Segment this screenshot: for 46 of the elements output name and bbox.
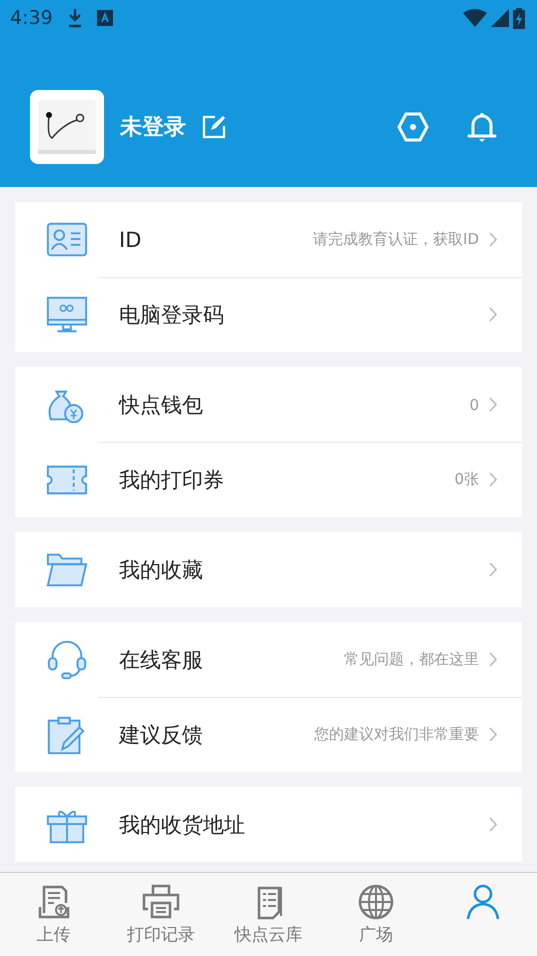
signal-icon [491,9,509,27]
chevron-icon [489,307,498,322]
nav-tab[interactable]: 广场 [322,873,430,956]
menu-label: ID [119,228,142,252]
menu-row[interactable]: 电脑登录码 [15,277,522,352]
settings-icon[interactable] [397,112,429,142]
menu-row[interactable]: 在线客服 常见问题，都在这里 [15,622,522,697]
menu-label: 在线客服 [119,646,204,674]
keyboard-icon [96,10,113,26]
chevron-icon [489,562,498,577]
menu-row[interactable]: 我的打印券 0张 [15,442,522,517]
menu-row[interactable]: 我的收货地址 [15,787,522,862]
download-icon [66,8,83,28]
printer-icon [142,883,180,921]
globe-icon [356,883,395,921]
nav-tab[interactable]: 上传 [0,873,108,956]
chevron-icon [489,652,498,667]
status-time: 4:39 [10,7,53,29]
menu-detail: 常见问题，都在这里 [344,650,479,669]
menu-row[interactable]: 我的收藏 [15,532,522,607]
headset-icon [45,640,89,680]
menu-label: 我的打印券 [119,466,225,494]
menu-label: 快点钱包 [119,392,204,418]
bell-icon[interactable] [467,111,497,143]
chevron-icon [489,472,498,487]
menu-row[interactable]: ID 请完成教育认证，获取ID [15,202,522,277]
menu-row[interactable]: 建议反馈 您的建议对我们非常重要 [15,697,522,772]
menu-detail: 请完成教育认证，获取ID [313,230,479,249]
menu-detail: 0 [469,396,479,414]
menu-label: 我的收货地址 [119,812,246,838]
menu-detail: 0张 [454,470,479,489]
menu-row[interactable]: 快点钱包 0 [15,367,522,442]
wifi-icon [463,9,487,27]
menu-label: 电脑登录码 [119,302,225,328]
menu-detail: 您的建议对我们非常重要 [314,725,479,744]
chevron-icon [489,727,498,742]
chevron-icon [489,817,498,832]
menu-label: 我的收藏 [119,556,204,584]
chevron-icon [489,397,498,412]
chevron-icon [489,232,498,247]
battery-icon [513,8,525,28]
menu-label: 建议反馈 [119,722,204,748]
nav-tab[interactable]: 打印记录 [107,873,215,956]
nav-tab[interactable]: 快点云库 [214,873,322,956]
edit-icon[interactable] [202,115,226,139]
monitor-icon [45,294,89,334]
